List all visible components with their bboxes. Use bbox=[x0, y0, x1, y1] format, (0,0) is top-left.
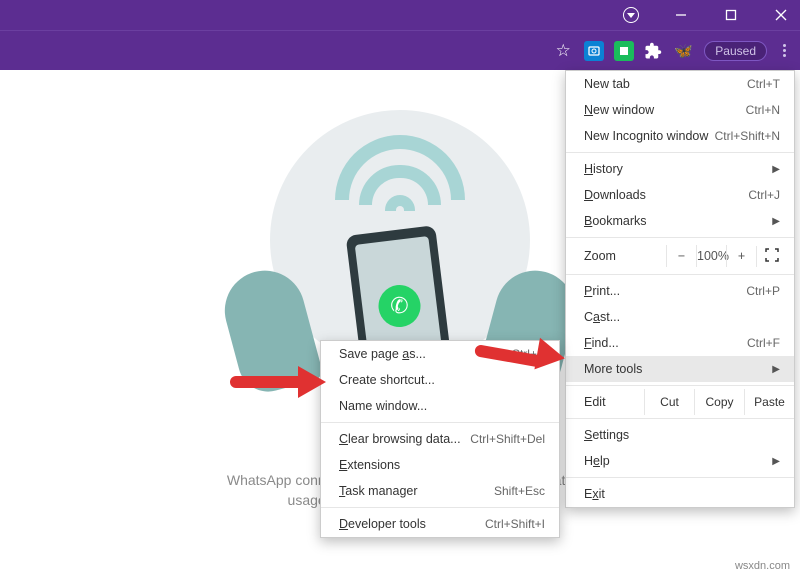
browser-menu-button[interactable] bbox=[777, 44, 792, 57]
fullscreen-button[interactable] bbox=[756, 246, 786, 267]
menu-item-new-incognito[interactable]: New Incognito windowCtrl+Shift+N bbox=[566, 123, 794, 149]
maximize-button[interactable] bbox=[716, 0, 746, 30]
menu-item-downloads[interactable]: DownloadsCtrl+J bbox=[566, 182, 794, 208]
more-tools-submenu: Save page as...Ctrl+S Create shortcut...… bbox=[320, 340, 560, 538]
menu-item-cast[interactable]: Cast... bbox=[566, 304, 794, 330]
sync-paused-badge[interactable]: Paused bbox=[704, 41, 767, 61]
whatsapp-icon: ✆ bbox=[376, 283, 423, 330]
watermark-text: wsxdn.com bbox=[735, 560, 790, 572]
submenu-clear-browsing[interactable]: Clear browsing data...Ctrl+Shift+Del bbox=[321, 426, 559, 452]
close-button[interactable] bbox=[766, 0, 796, 30]
submenu-name-window[interactable]: Name window... bbox=[321, 393, 559, 419]
extension-icon-1[interactable] bbox=[584, 41, 604, 61]
bookmark-star-icon[interactable]: ☆ bbox=[552, 40, 574, 62]
chevron-right-icon: ▶ bbox=[772, 164, 780, 175]
edit-label: Edit bbox=[584, 389, 644, 415]
minimize-button[interactable] bbox=[666, 0, 696, 30]
menu-item-edit-row: Edit Cut Copy Paste bbox=[566, 389, 794, 415]
submenu-developer-tools[interactable]: Developer toolsCtrl+Shift+I bbox=[321, 511, 559, 537]
menu-item-new-window[interactable]: New windowCtrl+N bbox=[566, 97, 794, 123]
submenu-task-manager[interactable]: Task managerShift+Esc bbox=[321, 478, 559, 504]
menu-item-find[interactable]: Find...Ctrl+F bbox=[566, 330, 794, 356]
cut-button[interactable]: Cut bbox=[644, 389, 694, 415]
menu-item-help[interactable]: Help▶ bbox=[566, 448, 794, 474]
menu-item-exit[interactable]: Exit bbox=[566, 481, 794, 507]
menu-item-history[interactable]: History▶ bbox=[566, 156, 794, 182]
submenu-create-shortcut[interactable]: Create shortcut... bbox=[321, 367, 559, 393]
copy-button[interactable]: Copy bbox=[694, 389, 744, 415]
extensions-puzzle-icon[interactable] bbox=[644, 42, 662, 60]
menu-item-more-tools[interactable]: More tools▶ bbox=[566, 356, 794, 382]
profile-avatar-icon[interactable]: 🦋 bbox=[672, 40, 694, 62]
zoom-in-button[interactable]: + bbox=[726, 245, 756, 267]
paste-button[interactable]: Paste bbox=[744, 389, 794, 415]
window-titlebar bbox=[0, 0, 800, 30]
submenu-extensions[interactable]: Extensions bbox=[321, 452, 559, 478]
browser-toolbar: ☆ 🦋 Paused bbox=[0, 30, 800, 70]
menu-item-new-tab[interactable]: New tabCtrl+T bbox=[566, 71, 794, 97]
chevron-right-icon: ▶ bbox=[772, 456, 780, 467]
menu-item-zoom: Zoom − 100% + bbox=[566, 241, 794, 271]
menu-item-settings[interactable]: Settings bbox=[566, 422, 794, 448]
menu-item-bookmarks[interactable]: Bookmarks▶ bbox=[566, 208, 794, 234]
zoom-value: 100% bbox=[696, 245, 726, 267]
user-dropdown-icon[interactable] bbox=[616, 0, 646, 30]
zoom-out-button[interactable]: − bbox=[666, 245, 696, 267]
extension-icon-2[interactable] bbox=[614, 41, 634, 61]
chevron-right-icon: ▶ bbox=[772, 364, 780, 375]
zoom-label: Zoom bbox=[584, 249, 666, 263]
menu-item-print[interactable]: Print...Ctrl+P bbox=[566, 278, 794, 304]
chevron-right-icon: ▶ bbox=[772, 216, 780, 227]
browser-main-menu: New tabCtrl+T New windowCtrl+N New Incog… bbox=[565, 70, 795, 508]
